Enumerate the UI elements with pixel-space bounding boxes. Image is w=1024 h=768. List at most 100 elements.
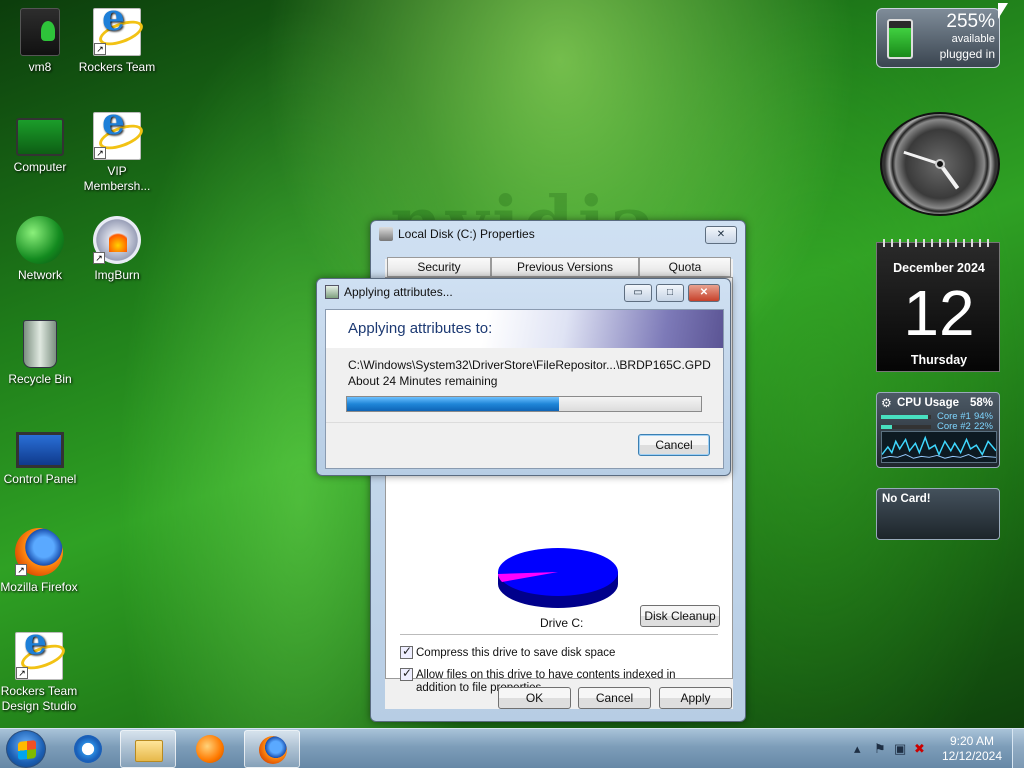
header-banner: Applying attributes to:	[326, 310, 723, 348]
firefox-icon: ↗	[15, 528, 63, 576]
internet-explorer-icon	[74, 735, 102, 763]
cpu-title: CPU Usage	[897, 397, 959, 409]
control-panel-icon	[16, 432, 64, 468]
gpu-status: No Card!	[882, 493, 931, 505]
ok-button[interactable]: OK	[498, 687, 571, 709]
desktop-icon-rockers-team-design-studio[interactable]: ↗ Rockers Team Design Studio	[0, 632, 78, 714]
compress-checkbox[interactable]	[400, 644, 413, 659]
internet-explorer-icon: ↗	[93, 8, 141, 56]
desktop-icon-label: ImgBurn	[94, 268, 140, 282]
desktop-icon-label: VIP Membersh...	[83, 164, 151, 193]
tab-security[interactable]: Security	[387, 257, 491, 277]
core1-bar	[881, 415, 931, 419]
cpu-gauge-icon: ⚙	[881, 396, 892, 410]
progress-fill	[347, 397, 560, 411]
vm-icon	[20, 8, 60, 56]
clock-gadget[interactable]	[876, 112, 1000, 216]
shortcut-arrow-icon: ↗	[94, 147, 106, 159]
dialog-title: Applying attributes...	[325, 285, 453, 299]
cancel-button[interactable]: Cancel	[578, 687, 651, 709]
desktop-icon-label: Recycle Bin	[8, 372, 72, 386]
action-center-flag-icon[interactable]: ⚑	[874, 741, 886, 757]
firefox-icon	[259, 736, 287, 764]
network-tray-icon[interactable]: ▣	[894, 741, 906, 757]
taskbar-firefox[interactable]	[244, 730, 300, 768]
current-file-path: C:\Windows\System32\DriverStore\FileRepo…	[348, 358, 711, 372]
desktop-icon-label: Mozilla Firefox	[0, 580, 78, 594]
applying-attributes-dialog[interactable]: Applying attributes... ▭ □ ✕ Applying at…	[316, 278, 731, 476]
cpu-history-graph	[881, 431, 997, 463]
show-desktop-button[interactable]	[1012, 729, 1024, 768]
clock-center-pin	[935, 159, 945, 169]
tray-date: 12/12/2024	[941, 749, 1002, 763]
desktop-icon-label: vm8	[28, 60, 52, 74]
apply-button[interactable]: Apply	[659, 687, 732, 709]
window-title-text: Local Disk (C:) Properties	[398, 227, 535, 241]
dialog-footer: Cancel	[326, 422, 723, 468]
window-title: Local Disk (C:) Properties	[379, 227, 535, 241]
apply-client: Applying attributes to: C:\Windows\Syste…	[325, 309, 724, 469]
tray-clock[interactable]: 9:20 AM 12/12/2024	[942, 734, 1002, 764]
tab-previous-versions[interactable]: Previous Versions	[491, 257, 639, 277]
shortcut-arrow-icon: ↗	[94, 43, 106, 55]
desktop-icon-label: Network	[17, 268, 62, 282]
calendar-month: December 2024	[893, 261, 985, 275]
desktop-icon-rockers-team[interactable]: ↗ Rockers Team	[77, 8, 157, 75]
desktop-icon-mozilla-firefox[interactable]: ↗ Mozilla Firefox	[0, 528, 78, 595]
compress-label: Compress this drive to save disk space	[416, 647, 616, 659]
media-player-icon	[196, 735, 224, 763]
desktop-icon-vm8[interactable]: vm8	[0, 8, 80, 75]
desktop-icon-label: Rockers Team Design Studio	[0, 684, 78, 713]
dialog-title-text: Applying attributes...	[344, 285, 453, 299]
time-remaining: About 24 Minutes remaining	[348, 374, 498, 388]
index-checkbox[interactable]	[400, 666, 413, 681]
battery-gadget[interactable]: 255% available plugged in	[876, 8, 1000, 68]
desktop-icon-vip-membership[interactable]: ↗ VIP Membersh...	[77, 112, 157, 194]
battery-status-line1: available	[951, 33, 995, 45]
shortcut-arrow-icon: ↗	[16, 667, 28, 679]
minimize-button[interactable]: ▭	[624, 284, 652, 302]
gpu-gadget[interactable]: No Card!	[876, 488, 1000, 540]
separator	[400, 634, 718, 635]
desktop-icon-label: Rockers Team	[78, 60, 156, 74]
imgburn-icon: ↗	[93, 216, 141, 264]
cancel-button[interactable]: Cancel	[638, 434, 710, 456]
system-tray: ▴ ⚑ ▣ ✖ 9:20 AM 12/12/2024	[834, 729, 1024, 768]
close-button[interactable]: ✕	[705, 226, 737, 244]
tray-time: 9:20 AM	[949, 734, 994, 748]
maximize-button[interactable]: □	[656, 284, 684, 302]
core2-bar	[881, 425, 931, 429]
desktop-icon-recycle-bin[interactable]: Recycle Bin	[0, 320, 80, 387]
cpu-usage-gadget[interactable]: ⚙ CPU Usage 58% Core #1 94% Core #2 22%	[876, 392, 1000, 468]
drive-label: Drive C:	[540, 616, 584, 630]
desktop-icon-imgburn[interactable]: ↗ ImgBurn	[77, 216, 157, 283]
taskbar: ▴ ⚑ ▣ ✖ 9:20 AM 12/12/2024	[0, 728, 1024, 768]
dialog-heading: Applying attributes to:	[348, 320, 493, 337]
progress-bar	[346, 396, 702, 412]
taskbar-internet-explorer[interactable]	[60, 730, 116, 768]
start-button[interactable]	[6, 730, 46, 768]
desktop-icon-label: Control Panel	[3, 472, 77, 486]
attributes-icon	[325, 285, 339, 299]
computer-icon	[16, 118, 64, 156]
show-hidden-icons-icon[interactable]: ▴	[854, 741, 861, 757]
close-button[interactable]: ✕	[688, 284, 720, 302]
volume-muted-icon[interactable]: ✖	[914, 741, 925, 757]
battery-status-line2: plugged in	[939, 47, 995, 61]
taskbar-media-player[interactable]	[182, 730, 238, 768]
shortcut-arrow-icon: ↗	[93, 252, 105, 264]
calendar-rings	[883, 239, 995, 247]
folder-icon	[135, 740, 163, 762]
desktop-icon-control-panel[interactable]: Control Panel	[0, 424, 80, 487]
taskbar-windows-explorer[interactable]	[120, 730, 176, 768]
calendar-gadget[interactable]: December 2024 12 Thursday	[876, 239, 1000, 372]
internet-explorer-icon: ↗	[93, 112, 141, 160]
desktop-icon-computer[interactable]: Computer	[0, 112, 80, 175]
calendar-weekday: Thursday	[910, 353, 968, 367]
shortcut-arrow-icon: ↗	[15, 564, 27, 576]
tab-quota[interactable]: Quota	[639, 257, 731, 277]
desktop-icon-network[interactable]: Network	[0, 216, 80, 283]
internet-explorer-icon: ↗	[15, 632, 63, 680]
disk-cleanup-button[interactable]: Disk Cleanup	[640, 605, 720, 627]
drive-icon	[379, 227, 393, 241]
